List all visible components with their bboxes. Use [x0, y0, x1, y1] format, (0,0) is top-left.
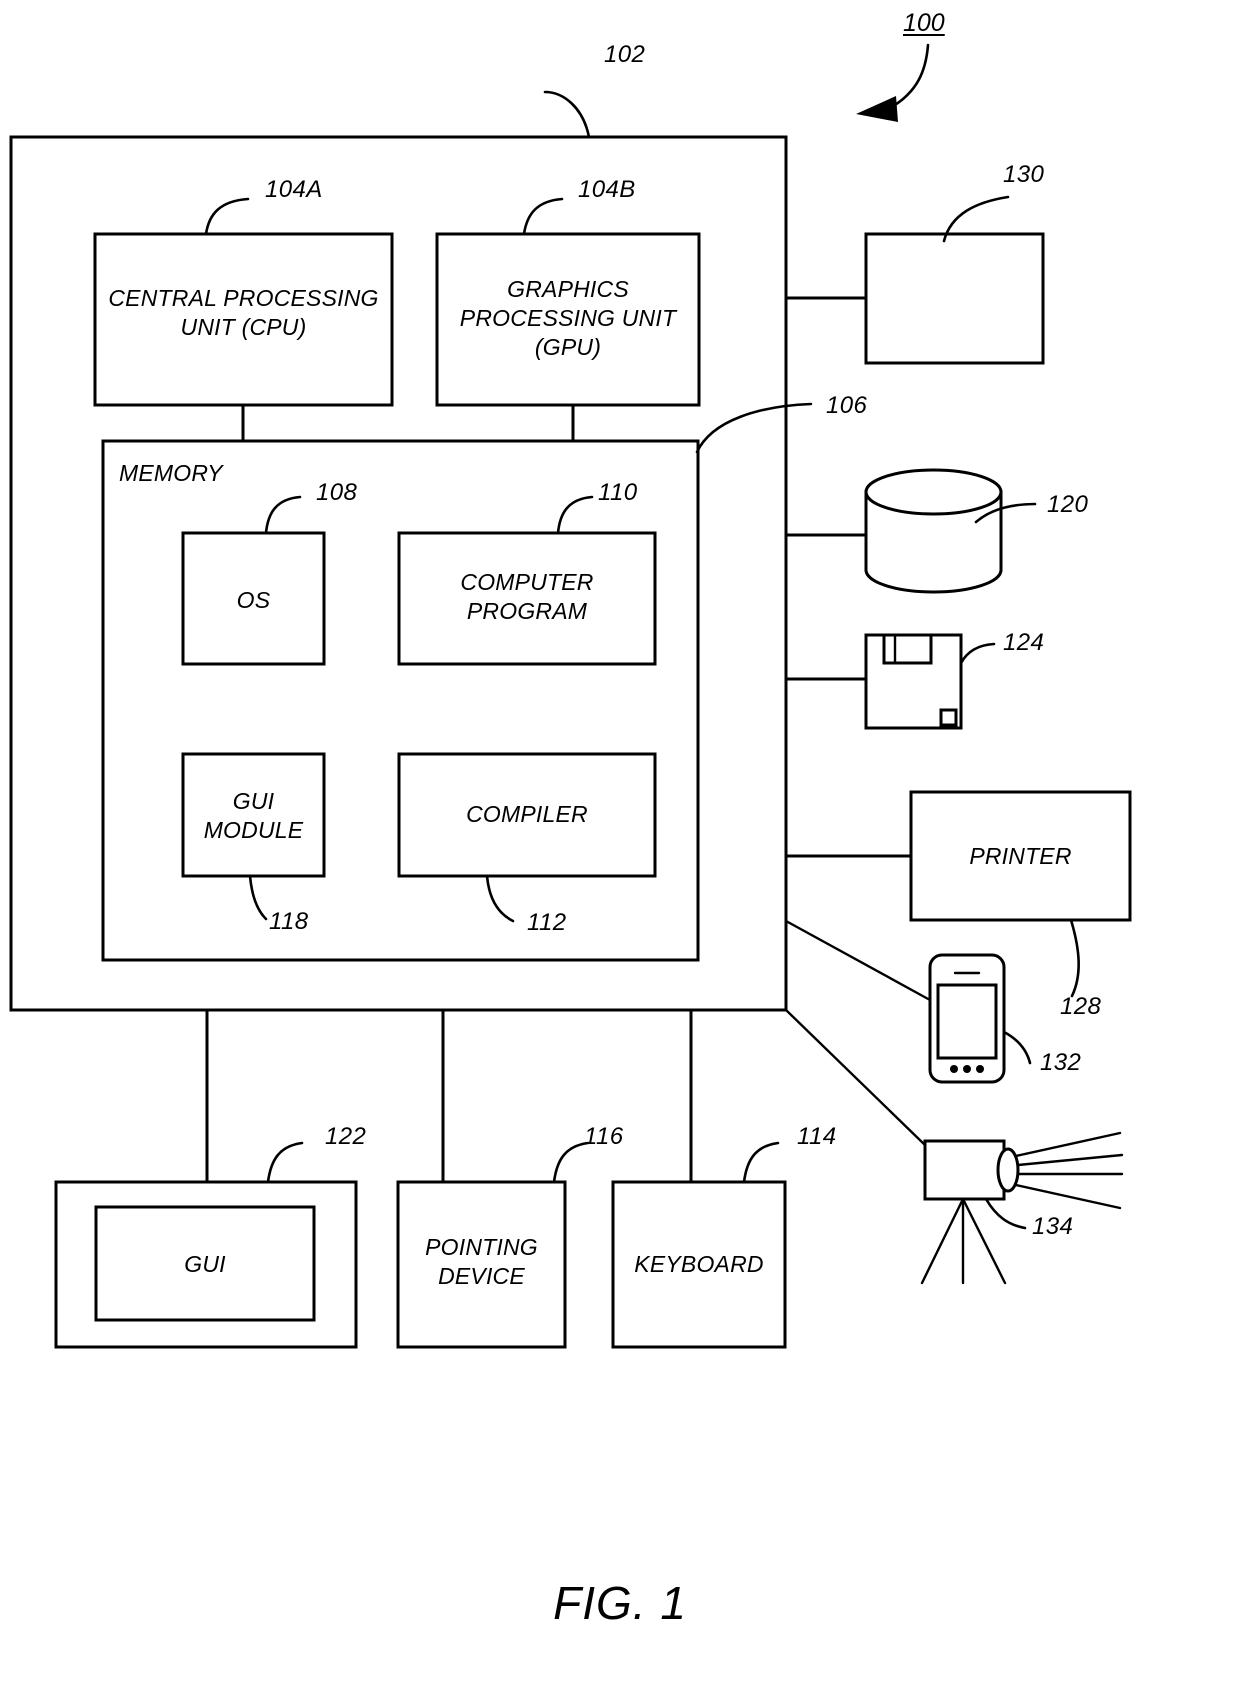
- ref-100: 100: [903, 9, 945, 37]
- gui-label: GUI: [184, 1251, 226, 1277]
- system-arrow-icon: [856, 43, 930, 122]
- ref-132: 132: [1040, 1049, 1082, 1076]
- ref-102: 102: [604, 41, 646, 68]
- lead-104a: [204, 197, 250, 236]
- floppy-disk-icon: [864, 633, 963, 730]
- cpu-label: CENTRAL PROCESSING UNIT (CPU): [108, 285, 379, 340]
- ref-118: 118: [269, 908, 309, 935]
- ref-104a: 104A: [265, 176, 323, 203]
- figure-caption: FIG. 1: [553, 1577, 687, 1629]
- monitor-box: [864, 232, 1045, 365]
- ref-128: 128: [1060, 993, 1102, 1020]
- connector-computer-mobile: [784, 919, 932, 1002]
- gpu-label: GRAPHICS PROCESSING UNIT (GPU): [459, 276, 677, 360]
- lead-102: [543, 90, 591, 139]
- lead-118: [248, 874, 268, 921]
- ref-114: 114: [797, 1123, 837, 1150]
- memory-box: [101, 439, 700, 962]
- ref-116: 116: [584, 1123, 624, 1150]
- pointing-device-label: POINTING DEVICE: [425, 1234, 538, 1289]
- os-label: OS: [236, 587, 271, 613]
- ref-104b: 104B: [578, 176, 636, 203]
- lead-124: [959, 642, 996, 665]
- lead-122: [266, 1141, 304, 1184]
- patent-figure-1: 100 102 104A 104B 130 CENTRAL PROCESSING…: [0, 0, 1240, 1707]
- lead-128: [1069, 918, 1080, 998]
- lead-106: [695, 402, 813, 454]
- ref-134: 134: [1032, 1213, 1074, 1240]
- camera-on-tripod-icon: [920, 1131, 1124, 1285]
- gui-module-label: GUI MODULE: [203, 788, 304, 843]
- printer-label: PRINTER: [969, 843, 1072, 869]
- compiler-label: COMPILER: [466, 801, 588, 827]
- computer-program-label: COMPUTER PROGRAM: [460, 569, 594, 624]
- ref-124: 124: [1003, 629, 1045, 656]
- memory-label: MEMORY: [119, 460, 223, 486]
- database-cylinder-icon: [864, 468, 1003, 594]
- lead-112: [485, 874, 515, 923]
- lead-110: [556, 495, 594, 535]
- ref-106: 106: [826, 392, 868, 419]
- lead-114: [742, 1141, 780, 1184]
- ref-112: 112: [527, 909, 567, 936]
- lead-132: [1002, 1030, 1032, 1065]
- lead-134: [984, 1197, 1027, 1230]
- ref-130: 130: [1003, 161, 1045, 188]
- keyboard-label: KEYBOARD: [634, 1251, 764, 1277]
- ref-110: 110: [598, 479, 638, 506]
- lead-116: [552, 1141, 590, 1184]
- ref-120: 120: [1047, 491, 1089, 518]
- smartphone-icon: [928, 953, 1006, 1084]
- lead-104b: [522, 197, 564, 236]
- ref-122: 122: [325, 1123, 367, 1150]
- lead-108: [264, 495, 302, 535]
- ref-108: 108: [316, 479, 358, 506]
